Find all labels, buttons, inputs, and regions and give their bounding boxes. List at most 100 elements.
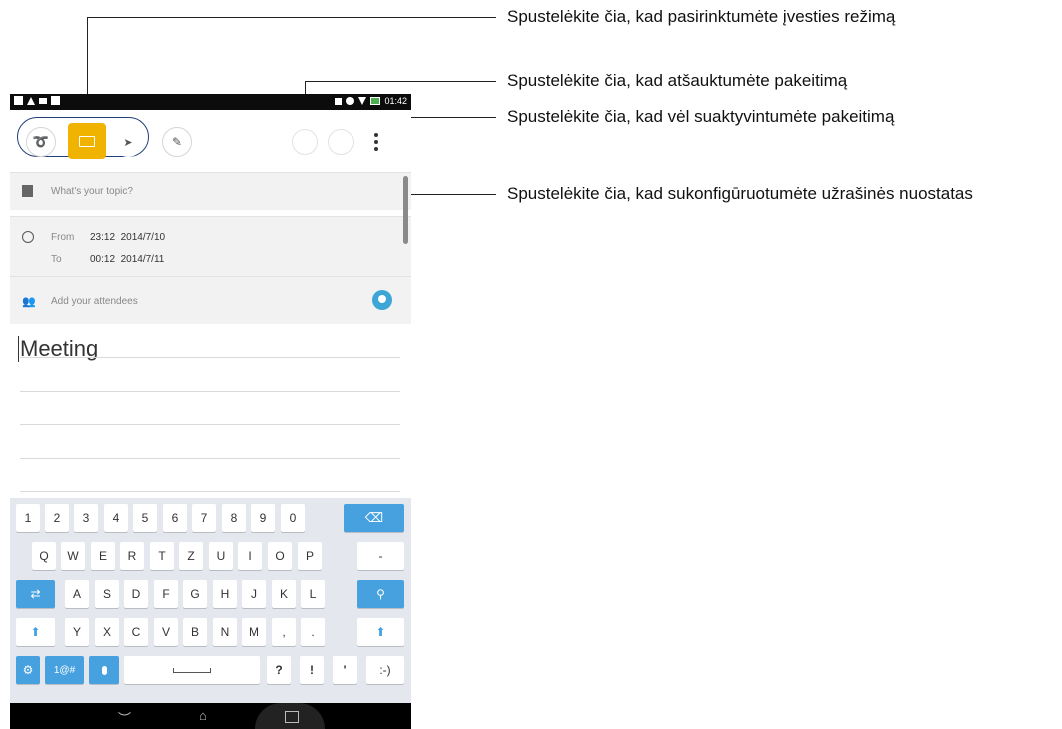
key-j[interactable]: J bbox=[242, 580, 266, 608]
note-text[interactable]: Meeting bbox=[18, 336, 98, 362]
time-row[interactable]: From 23:12 2014/7/10 To 00:12 2014/7/11 bbox=[10, 216, 411, 276]
key-apostrophe[interactable]: ' bbox=[333, 656, 357, 684]
handwriting-mode-button[interactable]: ➰ bbox=[26, 127, 56, 157]
key-comma[interactable]: , bbox=[272, 618, 296, 646]
symbols-key[interactable]: 1@# bbox=[45, 656, 84, 684]
gear-icon: ⚙ bbox=[22, 663, 34, 677]
draw-tool-button[interactable]: ✎ bbox=[162, 127, 192, 157]
backspace-icon: ⌫ bbox=[364, 510, 384, 525]
note-line bbox=[20, 458, 400, 459]
key-z[interactable]: Z bbox=[179, 542, 203, 570]
to-label: To bbox=[51, 254, 62, 265]
key-y[interactable]: Y bbox=[65, 618, 89, 646]
topic-input[interactable]: What's your topic? bbox=[51, 186, 133, 197]
key-r[interactable]: R bbox=[120, 542, 144, 570]
key-o[interactable]: O bbox=[268, 542, 292, 570]
key-3[interactable]: 3 bbox=[74, 504, 98, 532]
language-switch-key[interactable]: ⇄ bbox=[16, 580, 55, 608]
topic-icon bbox=[22, 185, 33, 197]
key-f[interactable]: F bbox=[154, 580, 178, 608]
pen-mode-button[interactable]: ➤ bbox=[113, 127, 143, 157]
home-icon[interactable]: ⌂ bbox=[199, 708, 207, 723]
key-d[interactable]: D bbox=[124, 580, 148, 608]
undo-button[interactable] bbox=[292, 129, 318, 155]
key-i[interactable]: I bbox=[238, 542, 262, 570]
key-q[interactable]: Q bbox=[32, 542, 56, 570]
key-0[interactable]: 0 bbox=[281, 504, 305, 532]
scrollbar-thumb[interactable] bbox=[403, 176, 408, 244]
key-u[interactable]: U bbox=[209, 542, 233, 570]
redo-button[interactable] bbox=[328, 129, 354, 155]
callout-redo: Spustelėkite čia, kad vėl suaktyvintumėt… bbox=[507, 107, 895, 126]
key-h[interactable]: H bbox=[213, 580, 237, 608]
key-question[interactable]: ? bbox=[267, 656, 291, 684]
attendees-input[interactable]: Add your attendees bbox=[51, 296, 138, 307]
from-value[interactable]: 23:12 2014/7/10 bbox=[90, 232, 165, 243]
attendees-row[interactable]: 👥 Add your attendees bbox=[10, 276, 411, 324]
navigation-bar: ︶ ⌂ bbox=[10, 703, 411, 729]
key-2[interactable]: 2 bbox=[45, 504, 69, 532]
add-contact-icon[interactable] bbox=[372, 290, 392, 310]
key-e[interactable]: E bbox=[91, 542, 115, 570]
app-icon bbox=[51, 96, 60, 105]
key-7[interactable]: 7 bbox=[192, 504, 216, 532]
callout-undo: Spustelėkite čia, kad atšauktumėte pakei… bbox=[507, 71, 848, 90]
search-key[interactable]: ⚲ bbox=[357, 580, 404, 608]
key-1[interactable]: 1 bbox=[16, 504, 40, 532]
key-p[interactable]: P bbox=[298, 542, 322, 570]
battery-icon bbox=[370, 97, 381, 105]
status-time: 01:42 bbox=[384, 96, 407, 106]
key-t[interactable]: T bbox=[150, 542, 174, 570]
from-label: From bbox=[51, 232, 75, 243]
backspace-key[interactable]: ⌫ bbox=[344, 504, 404, 532]
key-dash[interactable]: - bbox=[357, 542, 404, 570]
key-5[interactable]: 5 bbox=[133, 504, 157, 532]
phone-screen: 01:42 ➰ ➤ ✎ What's your topic? From 23:1… bbox=[10, 94, 411, 729]
shift-key-right[interactable]: ⬆ bbox=[357, 618, 404, 646]
space-icon bbox=[173, 667, 211, 673]
back-icon[interactable]: ︶ bbox=[118, 708, 131, 727]
note-line bbox=[20, 357, 400, 358]
key-a[interactable]: A bbox=[65, 580, 89, 608]
topic-row[interactable]: What's your topic? bbox=[10, 172, 411, 210]
keyboard-mode-button[interactable] bbox=[68, 123, 106, 159]
key-6[interactable]: 6 bbox=[163, 504, 187, 532]
editor-toolbar: ➰ ➤ ✎ bbox=[10, 110, 411, 168]
key-k[interactable]: K bbox=[272, 580, 296, 608]
settings-menu-icon[interactable] bbox=[373, 133, 379, 151]
keyboard-settings-key[interactable]: ⚙ bbox=[16, 656, 40, 684]
key-x[interactable]: X bbox=[95, 618, 119, 646]
key-9[interactable]: 9 bbox=[251, 504, 275, 532]
mute-icon bbox=[335, 97, 343, 105]
key-period[interactable]: . bbox=[301, 618, 325, 646]
shift-key-left[interactable]: ⬆ bbox=[16, 618, 55, 646]
clock-icon bbox=[22, 231, 34, 243]
handwriting-icon: ➰ bbox=[32, 134, 50, 149]
note-line bbox=[20, 491, 400, 492]
wifi-icon bbox=[358, 97, 367, 105]
key-g[interactable]: G bbox=[183, 580, 207, 608]
key-s[interactable]: S bbox=[95, 580, 119, 608]
notification-icon bbox=[14, 96, 23, 105]
key-b[interactable]: B bbox=[183, 618, 207, 646]
key-l[interactable]: L bbox=[301, 580, 325, 608]
key-c[interactable]: C bbox=[124, 618, 148, 646]
shift-icon: ⬆ bbox=[30, 625, 41, 639]
key-w[interactable]: W bbox=[61, 542, 85, 570]
key-m[interactable]: M bbox=[242, 618, 266, 646]
key-v[interactable]: V bbox=[154, 618, 178, 646]
note-area[interactable]: Meeting bbox=[10, 324, 411, 496]
on-screen-keyboard: 1 2 3 4 5 6 7 8 9 0 ⌫ Q W E R T Z U I O … bbox=[10, 498, 411, 703]
to-value[interactable]: 00:12 2014/7/11 bbox=[90, 254, 164, 265]
key-4[interactable]: 4 bbox=[104, 504, 128, 532]
note-line bbox=[20, 424, 400, 425]
alarm-icon bbox=[346, 97, 355, 105]
key-smiley[interactable]: :-) bbox=[366, 656, 404, 684]
space-key[interactable] bbox=[124, 656, 260, 684]
voice-input-key[interactable] bbox=[89, 656, 119, 684]
recent-apps-icon[interactable] bbox=[285, 711, 299, 723]
callout-settings: Spustelėkite čia, kad sukonfigūruotumėte… bbox=[507, 184, 973, 203]
key-exclaim[interactable]: ! bbox=[300, 656, 324, 684]
key-n[interactable]: N bbox=[213, 618, 237, 646]
key-8[interactable]: 8 bbox=[222, 504, 246, 532]
